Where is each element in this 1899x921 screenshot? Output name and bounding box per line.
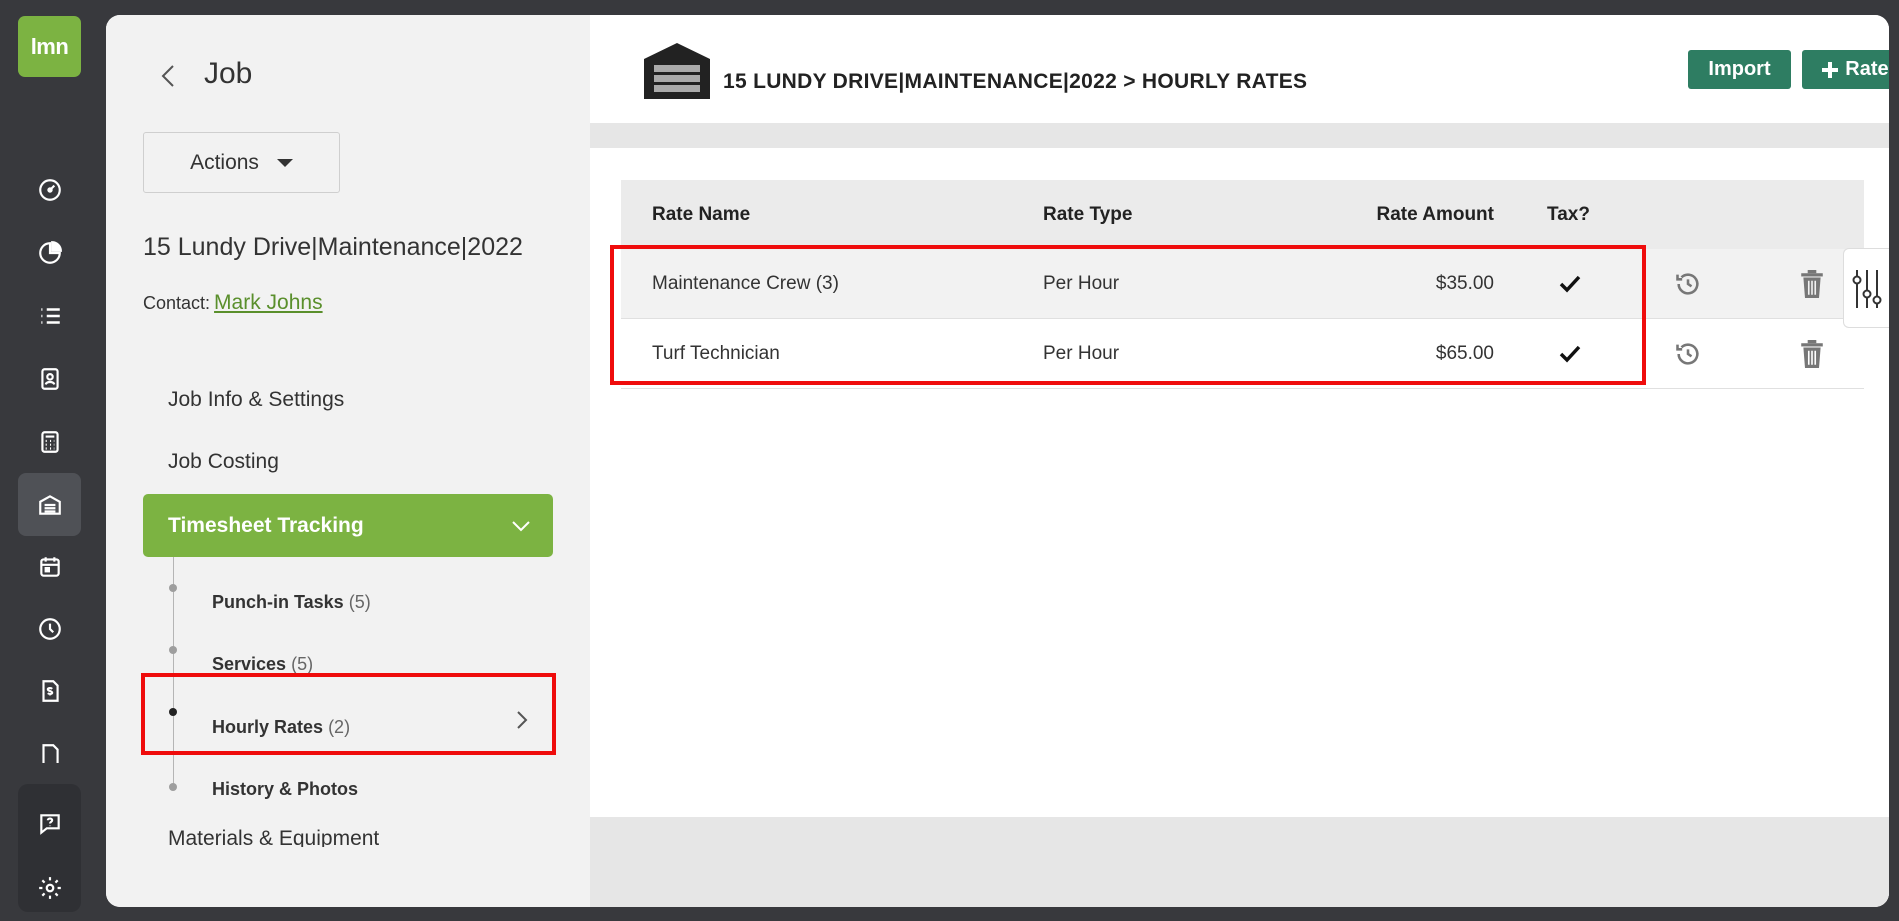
col-rate-type[interactable]: Rate Type <box>1043 204 1132 226</box>
calculator-icon[interactable] <box>18 410 81 473</box>
actions-dropdown-button[interactable]: Actions <box>143 132 340 193</box>
history-icon[interactable] <box>1674 270 1702 298</box>
nav-timesheet-label: Timesheet Tracking <box>168 513 364 537</box>
chevron-down-icon <box>512 520 530 531</box>
calendar-icon[interactable] <box>18 535 81 598</box>
tree-dot <box>169 783 177 791</box>
document-icon[interactable] <box>18 723 81 763</box>
highlight-box-hourly-rates <box>141 673 556 755</box>
sub-item-label: Services <box>212 654 287 674</box>
table-header: Rate Name Rate Type Rate Amount Tax? <box>621 180 1864 249</box>
col-rate-name[interactable]: Rate Name <box>652 204 750 226</box>
content-footer <box>590 817 1889 907</box>
breadcrumb: 15 LUNDY DRIVE|MAINTENANCE|2022 > HOURLY… <box>723 70 1308 93</box>
job-sidebar: Job Actions 15 Lundy Drive|Maintenance|2… <box>106 15 590 907</box>
pie-chart-icon[interactable] <box>18 221 81 284</box>
caret-down-icon <box>276 158 293 167</box>
header-divider <box>590 123 1889 148</box>
nav-job-costing[interactable]: Job Costing <box>168 450 279 474</box>
page-title: Job <box>204 57 253 90</box>
add-rates-label: Rates <box>1845 58 1889 80</box>
contact-label: Contact: <box>143 293 211 313</box>
sub-item-count: (5) <box>348 592 371 612</box>
sub-item-services[interactable]: Services (5) <box>212 654 313 675</box>
sub-item-history-photos[interactable]: History & Photos <box>212 779 358 800</box>
back-chevron-icon[interactable] <box>156 59 180 93</box>
invoice-icon[interactable] <box>18 659 81 722</box>
contact-card-icon[interactable] <box>18 347 81 410</box>
highlight-box-rates <box>610 245 1646 385</box>
sliders-icon <box>1852 270 1881 308</box>
import-button[interactable]: Import <box>1688 50 1791 89</box>
main-card: Job Actions 15 Lundy Drive|Maintenance|2… <box>106 15 1889 907</box>
column-settings-tab[interactable] <box>1843 248 1889 328</box>
nav-timesheet-tracking[interactable]: Timesheet Tracking <box>143 494 553 557</box>
col-rate-amount[interactable]: Rate Amount <box>1376 204 1494 226</box>
tree-dot <box>169 646 177 654</box>
actions-label: Actions <box>190 150 259 174</box>
trash-icon[interactable] <box>1799 269 1825 298</box>
settings-icon[interactable] <box>18 856 81 919</box>
col-tax[interactable]: Tax? <box>1547 204 1590 226</box>
sub-item-label: History & Photos <box>212 779 359 799</box>
dashboard-icon[interactable] <box>18 158 81 221</box>
help-icon[interactable] <box>18 792 81 855</box>
trash-icon[interactable] <box>1799 339 1825 368</box>
history-icon[interactable] <box>1674 340 1702 368</box>
plus-icon <box>1822 61 1839 78</box>
garage-icon <box>644 43 710 99</box>
list-icon[interactable] <box>18 284 81 347</box>
nav-job-info[interactable]: Job Info & Settings <box>168 388 344 412</box>
tree-dot <box>169 584 177 592</box>
app-rail: lmn <box>0 0 100 921</box>
contact-link[interactable]: Mark Johns <box>214 291 323 314</box>
logo-text: lmn <box>30 33 69 59</box>
lmn-logo[interactable]: lmn <box>18 16 81 77</box>
sub-item-punch-in-tasks[interactable]: Punch-in Tasks (5) <box>212 592 371 613</box>
clock-icon[interactable] <box>18 597 81 660</box>
add-rates-button[interactable]: Rates <box>1802 50 1889 89</box>
nav-materials-equipment[interactable]: Materials & Equipment <box>168 827 379 847</box>
contact-line: Contact: Mark Johns <box>143 291 323 315</box>
garage-icon[interactable] <box>18 473 81 536</box>
sub-item-count: (5) <box>291 654 314 674</box>
content-area: 15 LUNDY DRIVE|MAINTENANCE|2022 > HOURLY… <box>590 15 1889 907</box>
job-name: 15 Lundy Drive|Maintenance|2022 <box>143 233 523 261</box>
sub-item-label: Punch-in Tasks <box>212 592 344 612</box>
